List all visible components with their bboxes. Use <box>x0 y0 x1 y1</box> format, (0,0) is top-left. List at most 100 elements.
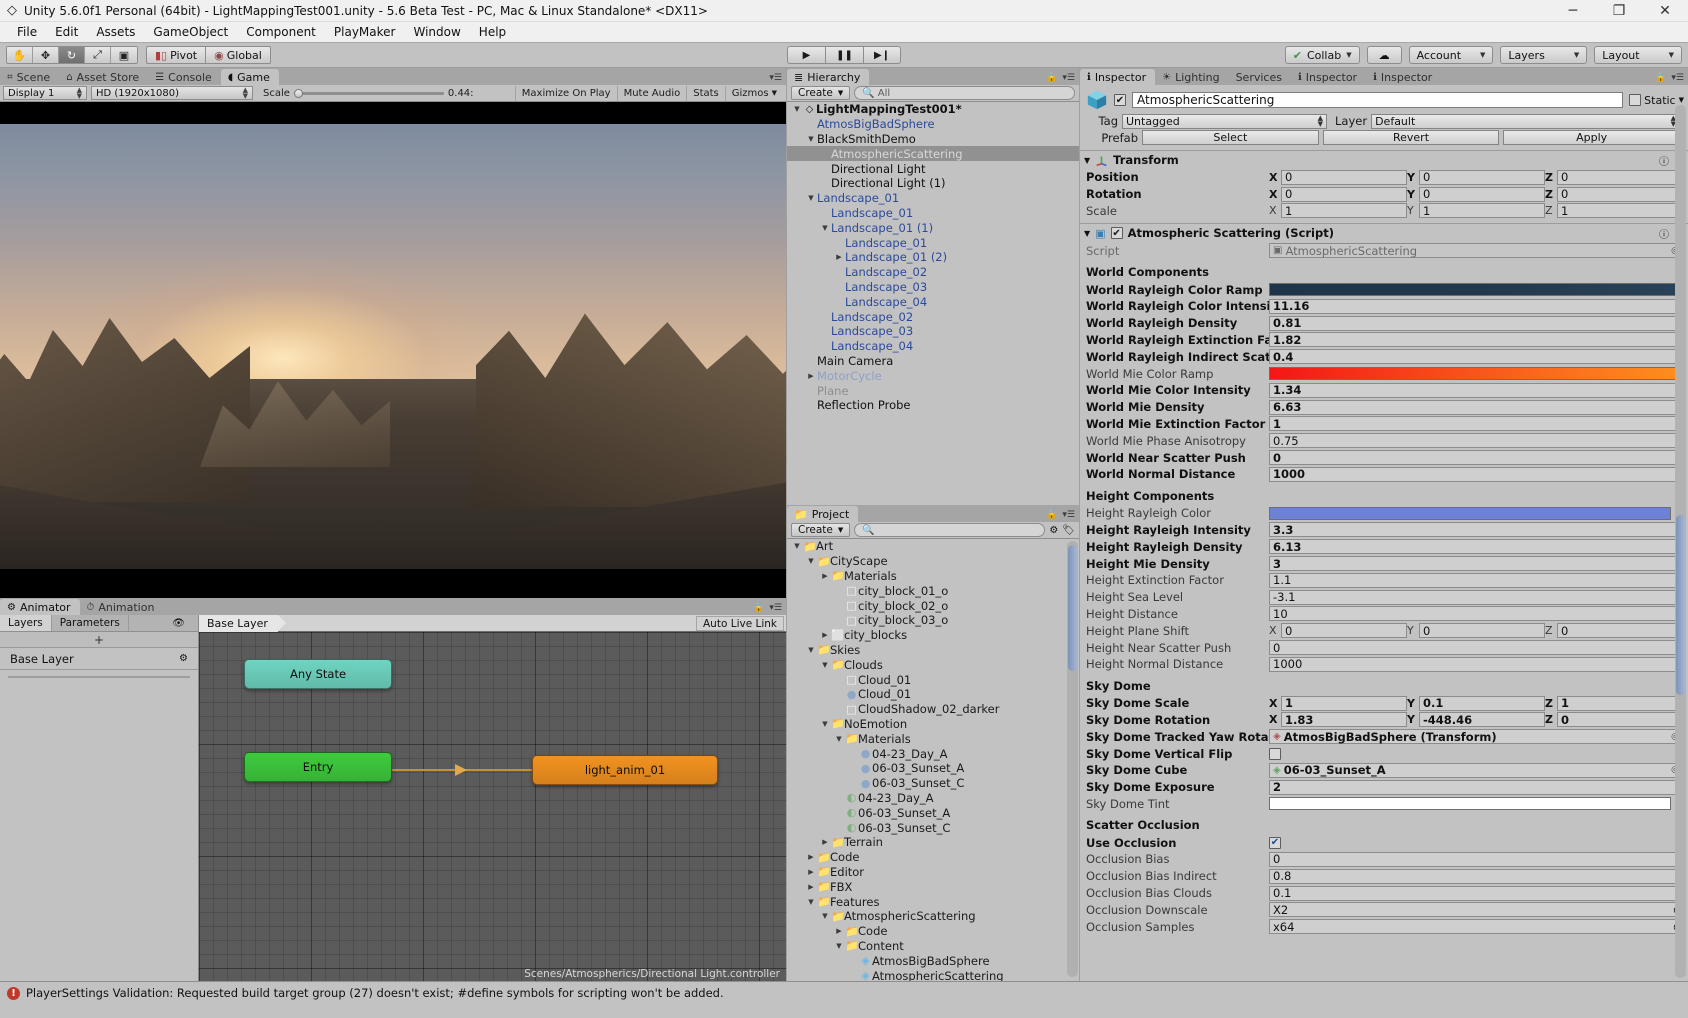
cloud-button[interactable]: ☁ <box>1367 46 1402 64</box>
hierarchy-item[interactable]: ▼Landscape_01 <box>787 191 1079 206</box>
tab-services-2[interactable]: Services <box>1229 69 1291 85</box>
hierarchy-item[interactable]: Landscape_02 <box>787 265 1079 280</box>
gameobject-enabled-checkbox[interactable]: ✔ <box>1114 94 1126 106</box>
eye-icon[interactable]: 👁 <box>172 618 185 629</box>
hierarchy-create-button[interactable]: Create ▼ <box>791 86 850 100</box>
layout-button[interactable]: Layout ▼ <box>1594 46 1682 64</box>
property-input[interactable]: 0.4 <box>1269 349 1683 364</box>
axis-z[interactable]: Z0 <box>1545 623 1683 638</box>
axis-input-z[interactable]: 1 <box>1557 696 1683 711</box>
gradient-field[interactable] <box>1269 283 1683 296</box>
menu-item-assets[interactable]: Assets <box>87 23 144 41</box>
chevron-down-icon[interactable]: ▼ <box>819 661 831 669</box>
axis-z[interactable]: Z0 <box>1545 187 1683 202</box>
property-input[interactable]: 1 <box>1269 416 1683 431</box>
axis-input-z[interactable]: 0 <box>1557 712 1683 727</box>
project-item[interactable]: ▼📁Skies <box>787 643 1079 658</box>
hierarchy-item[interactable]: Landscape_03 <box>787 324 1079 339</box>
chevron-right-icon[interactable]: ▶ <box>819 838 831 846</box>
axis-input-x[interactable]: 1 <box>1281 696 1407 711</box>
chevron-right-icon[interactable]: ▶ <box>805 853 817 861</box>
project-item[interactable]: □Cloud_01 <box>787 672 1079 687</box>
menu-item-help[interactable]: Help <box>470 23 515 41</box>
chevron-down-icon[interactable]: ▼ <box>791 542 803 550</box>
filter-by-type-icon[interactable]: ⚙ <box>1049 525 1058 536</box>
axis-input-x[interactable]: 0 <box>1281 187 1407 202</box>
axis-x[interactable]: X1 <box>1269 203 1407 218</box>
state-node-any-state[interactable]: Any State <box>244 659 392 689</box>
menu-item-playmaker[interactable]: PlayMaker <box>325 23 405 41</box>
property-input[interactable]: 1.82 <box>1269 332 1683 347</box>
project-create-button[interactable]: Create ▼ <box>791 523 850 537</box>
chevron-down-icon[interactable]: ▼ <box>805 135 817 143</box>
maximize-on-play-toggle[interactable]: Maximize On Play <box>515 86 617 101</box>
project-item[interactable]: ▼📁CityScape <box>787 554 1079 569</box>
panel-menu-icon[interactable]: ▾☰ <box>769 603 782 613</box>
gear-icon[interactable]: ⚙ <box>179 653 188 664</box>
project-item[interactable]: ▼📁Materials <box>787 731 1079 746</box>
project-item[interactable]: □city_block_03_o <box>787 613 1079 628</box>
auto-live-link-button[interactable]: Auto Live Link <box>696 616 784 631</box>
project-item[interactable]: ●06-03_Sunset_A <box>787 761 1079 776</box>
hierarchy-item[interactable]: Landscape_04 <box>787 294 1079 309</box>
property-input[interactable]: 1.34 <box>1269 383 1683 398</box>
step-button[interactable]: ▶❙ <box>863 46 901 64</box>
axis-input-x[interactable]: 1.83 <box>1281 712 1407 727</box>
vector3-field[interactable]: X0Y0Z0 <box>1269 170 1683 185</box>
project-item[interactable]: □city_block_01_o <box>787 583 1079 598</box>
stats-toggle[interactable]: Stats <box>686 86 725 101</box>
axis-x[interactable]: X0 <box>1269 623 1407 638</box>
chevron-down-icon[interactable]: ▼ <box>791 105 803 113</box>
axis-input-y[interactable]: 0 <box>1419 187 1545 202</box>
animator-tab-parameters[interactable]: Parameters <box>52 615 129 631</box>
scale-slider[interactable] <box>294 92 444 95</box>
prefab-revert-button[interactable]: Revert <box>1323 130 1500 145</box>
hierarchy-item[interactable]: ▶Landscape_01 (2) <box>787 250 1079 265</box>
static-toggle[interactable]: Static ▼ <box>1629 94 1684 107</box>
chevron-right-icon[interactable]: ▶ <box>805 883 817 891</box>
chevron-down-icon[interactable]: ▼ <box>819 720 831 728</box>
project-item[interactable]: ●04-23_Day_A <box>787 746 1079 761</box>
display-dropdown[interactable]: Display 1 ▲▼ <box>3 86 87 100</box>
state-node-entry[interactable]: Entry <box>244 752 392 782</box>
hierarchy-item[interactable]: ▼Landscape_01 (1) <box>787 220 1079 235</box>
tab-animator-0[interactable]: ⚙Animator <box>0 599 80 615</box>
hierarchy-item[interactable]: ▼◇LightMappingTest001* <box>787 102 1079 117</box>
tab-console-2[interactable]: ☰Console <box>148 69 221 85</box>
gameobject-name-input[interactable]: AtmosphericScattering <box>1132 92 1623 108</box>
animator-tab-layers[interactable]: Layers <box>0 615 52 631</box>
axis-y[interactable]: Y0 <box>1407 170 1545 185</box>
axis-input-z[interactable]: 1 <box>1557 203 1683 218</box>
project-item[interactable]: ▼📁AtmosphericScattering <box>787 909 1079 924</box>
axis-input-y[interactable]: 1 <box>1419 203 1545 218</box>
property-input[interactable]: 6.63 <box>1269 400 1683 415</box>
axis-y[interactable]: Y0.1 <box>1407 696 1545 711</box>
color-swatch[interactable] <box>1269 507 1671 520</box>
prefab-select-button[interactable]: Select <box>1142 130 1319 145</box>
lock-icon[interactable]: 🔒 <box>1655 73 1666 83</box>
pause-button[interactable]: ❚❚ <box>825 46 863 64</box>
hierarchy-item[interactable]: Landscape_01 <box>787 206 1079 221</box>
property-input[interactable]: 10 <box>1269 606 1683 621</box>
project-item[interactable]: ▶📁Editor <box>787 865 1079 880</box>
playback-controls[interactable]: ▶ ❚❚ ▶❙ <box>787 46 901 64</box>
property-input[interactable]: 3.3 <box>1269 522 1683 537</box>
rect-tool[interactable]: ▣ <box>111 47 137 63</box>
hierarchy-item[interactable]: Landscape_01 <box>787 235 1079 250</box>
add-layer-button[interactable]: + <box>0 632 198 648</box>
project-item[interactable]: ▼📁NoEmotion <box>787 717 1079 732</box>
help-icon[interactable]: ⓘ <box>1659 226 1669 241</box>
property-input[interactable]: 0 <box>1269 450 1683 465</box>
hierarchy-item[interactable]: Directional Light (1) <box>787 176 1079 191</box>
layers-button[interactable]: Layers ▼ <box>1500 46 1587 64</box>
foldout-icon[interactable]: ▼ <box>1084 229 1090 238</box>
project-tree[interactable]: ▼📁Art▼📁CityScape▶📁Materials□city_block_0… <box>787 539 1079 981</box>
property-input[interactable]: 11.16 <box>1269 299 1683 314</box>
gizmos-dropdown[interactable]: Gizmos ▼ <box>725 86 783 101</box>
chevron-down-icon[interactable]: ▼ <box>805 194 817 202</box>
tab-game-3[interactable]: ◖Game <box>221 69 279 85</box>
pivot-tools[interactable]: ▮▯ Pivot ◉ Global <box>146 46 271 64</box>
script-object-field[interactable]: ▣ AtmosphericScattering ◎ <box>1269 243 1683 258</box>
tab-inspector-0[interactable]: ℹInspector <box>1080 69 1155 85</box>
project-item[interactable]: ◈AtmosphericScattering <box>787 968 1079 981</box>
